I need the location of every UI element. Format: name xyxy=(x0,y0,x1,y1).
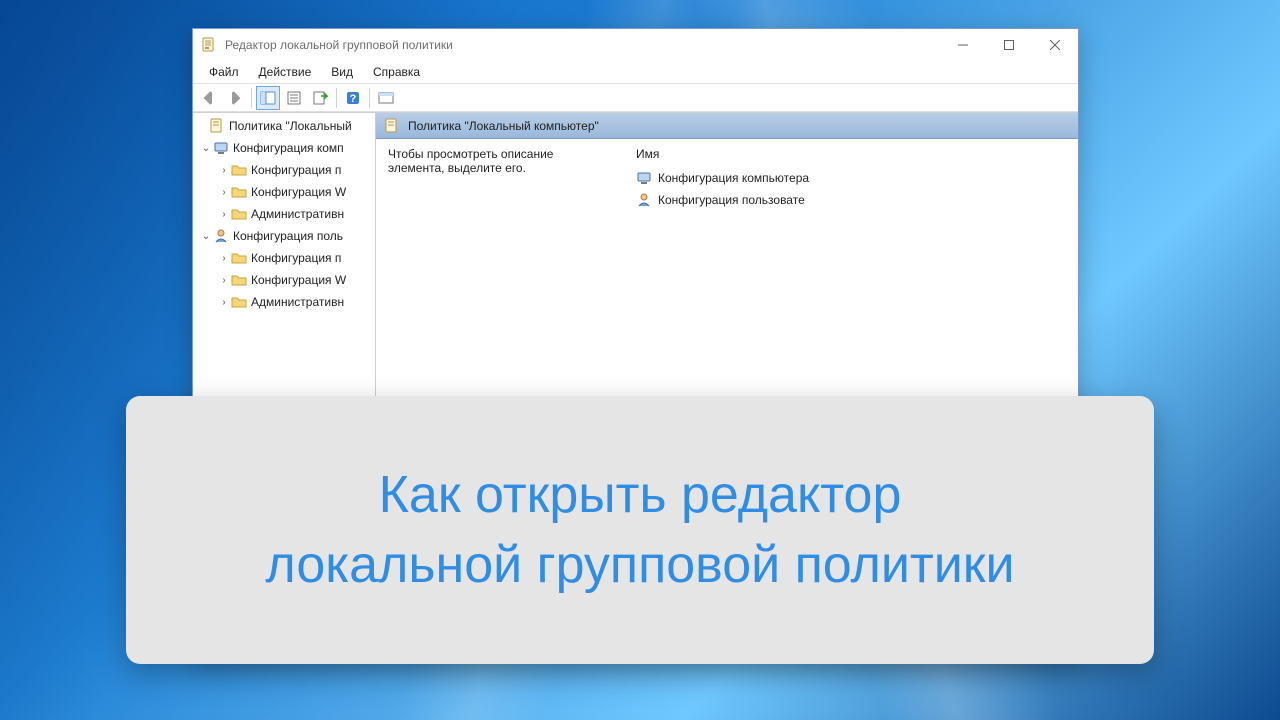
folder-icon xyxy=(231,184,247,200)
expand-toggle[interactable]: › xyxy=(217,275,231,286)
expand-toggle[interactable]: ⌄ xyxy=(199,231,213,242)
forward-button[interactable] xyxy=(223,86,247,110)
tree-label: Конфигурация п xyxy=(251,251,341,265)
tree-item[interactable]: › Конфигурация W xyxy=(193,181,375,203)
tree-label: Административн xyxy=(251,295,344,309)
expand-toggle[interactable]: › xyxy=(217,187,231,198)
toolbar-separator xyxy=(369,88,370,108)
details-header: Политика "Локальный компьютер" xyxy=(376,113,1078,139)
back-button[interactable] xyxy=(197,86,221,110)
app-icon xyxy=(201,37,217,53)
menu-help[interactable]: Справка xyxy=(363,63,430,81)
help-button[interactable]: ? xyxy=(341,86,365,110)
tree-label: Конфигурация W xyxy=(251,273,346,287)
expand-toggle[interactable]: › xyxy=(217,253,231,264)
tree-computer-config[interactable]: ⌄ Конфигурация комп xyxy=(193,137,375,159)
computer-icon xyxy=(213,140,229,156)
window-title: Редактор локальной групповой политики xyxy=(225,38,940,52)
expand-toggle[interactable]: › xyxy=(217,165,231,176)
overlay-line2: локальной групповой политики xyxy=(265,530,1014,600)
folder-icon xyxy=(231,272,247,288)
export-button[interactable] xyxy=(308,86,332,110)
svg-text:?: ? xyxy=(350,93,357,105)
toolbar-separator xyxy=(336,88,337,108)
expand-toggle[interactable]: › xyxy=(217,297,231,308)
desktop-background: Редактор локальной групповой политики Фа… xyxy=(0,0,1280,720)
tree-label: Конфигурация поль xyxy=(233,229,343,243)
toolbar-separator xyxy=(251,88,252,108)
tree-label: Политика "Локальный xyxy=(229,119,352,133)
list-item-label: Конфигурация пользовате xyxy=(658,193,805,207)
tree-item[interactable]: › Административн xyxy=(193,291,375,313)
tree-item[interactable]: › Конфигурация п xyxy=(193,159,375,181)
title-bar[interactable]: Редактор локальной групповой политики xyxy=(193,29,1078,60)
menu-view[interactable]: Вид xyxy=(321,63,363,81)
properties-button[interactable] xyxy=(282,86,306,110)
tree-label: Конфигурация W xyxy=(251,185,346,199)
close-button[interactable] xyxy=(1032,29,1078,60)
expand-toggle[interactable]: › xyxy=(217,209,231,220)
user-icon xyxy=(636,192,652,208)
toolbar: ? xyxy=(193,84,1078,112)
policy-icon xyxy=(209,118,225,134)
show-tree-button[interactable] xyxy=(256,86,280,110)
policy-icon xyxy=(384,118,400,134)
tree-root[interactable]: Политика "Локальный xyxy=(193,115,375,137)
minimize-button[interactable] xyxy=(940,29,986,60)
folder-icon xyxy=(231,206,247,222)
tree-item[interactable]: › Конфигурация W xyxy=(193,269,375,291)
column-header-name[interactable]: Имя xyxy=(636,147,1066,161)
tree-label: Конфигурация комп xyxy=(233,141,344,155)
tree-label: Конфигурация п xyxy=(251,163,341,177)
folder-icon xyxy=(231,162,247,178)
overlay-card: Как открыть редактор локальной групповой… xyxy=(126,396,1154,664)
maximize-button[interactable] xyxy=(986,29,1032,60)
menu-action[interactable]: Действие xyxy=(249,63,322,81)
folder-icon xyxy=(231,294,247,310)
menu-file[interactable]: Файл xyxy=(199,63,249,81)
description-text: Чтобы просмотреть описание элемента, выд… xyxy=(388,147,608,175)
user-icon xyxy=(213,228,229,244)
folder-icon xyxy=(231,250,247,266)
list-item[interactable]: Конфигурация пользовате xyxy=(636,189,1066,211)
tree-label: Административн xyxy=(251,207,344,221)
menu-bar: Файл Действие Вид Справка xyxy=(193,60,1078,84)
overlay-line1: Как открыть редактор xyxy=(379,460,902,530)
tree-user-config[interactable]: ⌄ Конфигурация поль xyxy=(193,225,375,247)
list-item-label: Конфигурация компьютера xyxy=(658,171,809,185)
tree-item[interactable]: › Административн xyxy=(193,203,375,225)
computer-icon xyxy=(636,170,652,186)
expand-toggle[interactable]: ⌄ xyxy=(199,143,213,154)
list-item[interactable]: Конфигурация компьютера xyxy=(636,167,1066,189)
tree-item[interactable]: › Конфигурация п xyxy=(193,247,375,269)
details-title: Политика "Локальный компьютер" xyxy=(408,119,599,133)
filter-button[interactable] xyxy=(374,86,398,110)
